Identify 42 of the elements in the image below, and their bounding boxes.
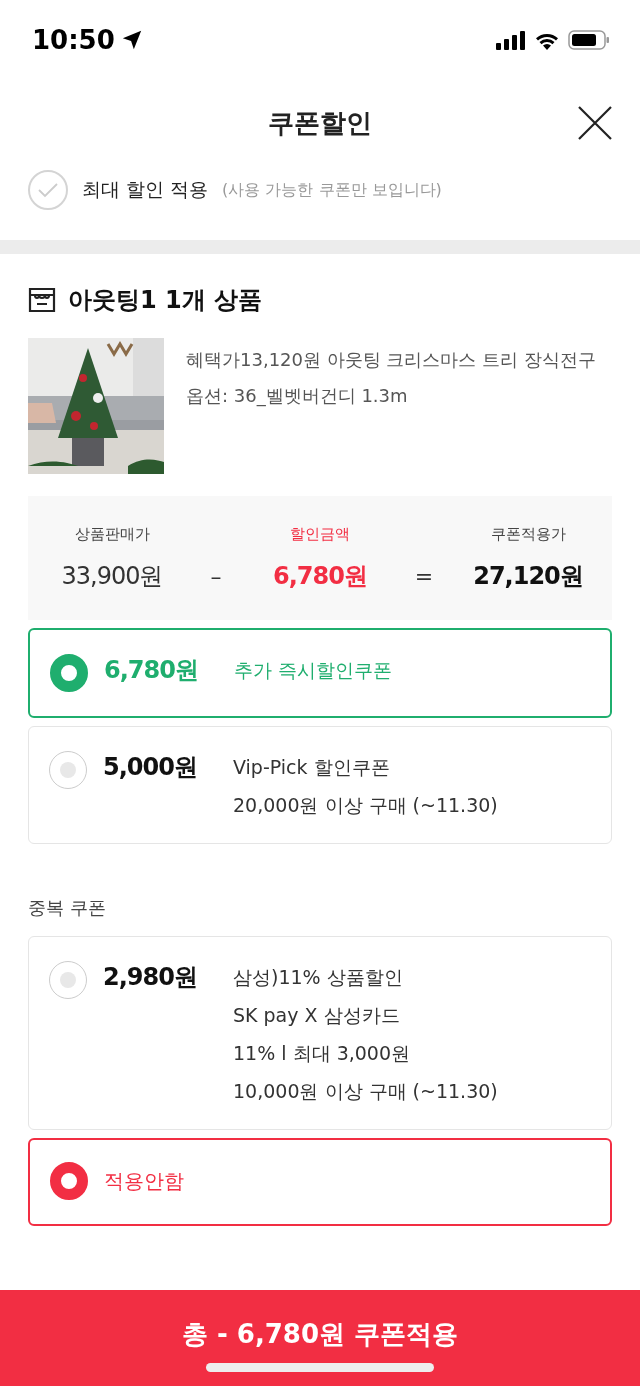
coupon-option[interactable]: 2,980원 삼성)11% 상품할인 SK pay X 삼성카드 11% l 최대 3,000원 10,000원 이상 구매 (~11.30) [28, 936, 612, 1130]
coupon-detail: Vip-Pick 할인쿠폰 [233, 755, 391, 780]
radio-button[interactable] [50, 1162, 88, 1200]
radio-button[interactable] [49, 751, 87, 789]
clock: 10:50 [32, 25, 115, 55]
coupon-amount: 5,000원 [103, 752, 198, 783]
operator-sign: – [209, 563, 223, 589]
store-icon [28, 287, 56, 313]
checkbox[interactable] [28, 170, 68, 210]
coupon-detail: 11% l 최대 3,000원 [233, 1041, 412, 1066]
coupon-detail: 추가 즉시할인쿠폰 [234, 658, 393, 683]
coupon-detail: SK pay X 삼성카드 [233, 1003, 401, 1028]
section-title: 중복 쿠폰 [28, 896, 107, 920]
radio-button[interactable] [49, 961, 87, 999]
price-value: 27,120원 [473, 560, 583, 592]
product-description: 혜택가13,120원 아웃팅 크리스마스 트리 장식전구 [186, 348, 596, 372]
header-title: 쿠폰할인 [268, 106, 372, 140]
price-value: 6,780원 [273, 560, 367, 592]
price-label: 쿠폰적용가 [490, 524, 566, 544]
signal-icon [496, 30, 526, 50]
option-label: 적용안함 [104, 1168, 184, 1195]
radio-button[interactable] [50, 654, 88, 692]
store-name: 아웃팅1 1개 상품 [68, 285, 263, 316]
coupon-detail: 10,000원 이상 구매 (~11.30) [233, 1079, 498, 1104]
coupon-option[interactable]: 5,000원 Vip-Pick 할인쿠폰 20,000원 이상 구매 (~11.30) [28, 726, 612, 844]
price-value: 33,900원 [61, 560, 163, 592]
product-option: 옵션: 36_벨벳버건디 1.3m [186, 384, 596, 408]
price-label: 상품판매가 [74, 524, 150, 544]
coupon-option[interactable]: 6,780원 추가 즉시할인쿠폰 [28, 628, 612, 718]
battery-icon [568, 30, 610, 50]
close-button[interactable] [576, 104, 614, 142]
price-label: 할인금액 [290, 524, 350, 544]
checkbox-label: 최대 할인 적용 [82, 177, 209, 202]
coupon-detail: 20,000원 이상 구매 (~11.30) [233, 793, 498, 818]
coupon-amount: 6,780원 [104, 655, 199, 686]
coupon-amount: 2,980원 [103, 962, 198, 993]
apply-coupon-button[interactable]: 총 - 6,780원 쿠폰적용 [0, 1290, 640, 1386]
checkbox-note: (사용 가능한 쿠폰만 보입니다) [222, 179, 442, 201]
coupon-detail: 삼성)11% 상품할인 [233, 965, 404, 990]
operator-sign: = [413, 563, 435, 589]
check-icon [37, 182, 59, 198]
coupon-option[interactable]: 적용안함 [28, 1138, 612, 1226]
